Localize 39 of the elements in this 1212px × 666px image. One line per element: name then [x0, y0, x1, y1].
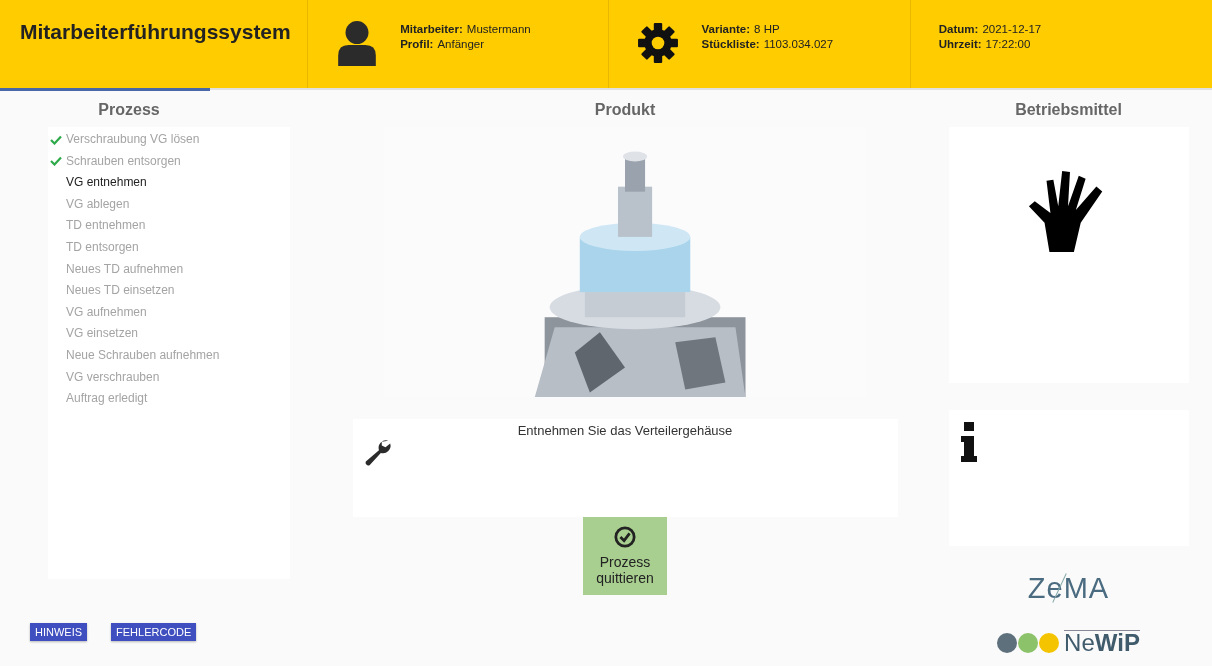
field-label: Variante: [701, 22, 751, 37]
process-step: TD entnehmen [66, 215, 146, 237]
process-step: Verschraubung VG lösen [66, 129, 200, 151]
process-step: Neue Schrauben aufnehmen [66, 344, 220, 367]
process-step: VG aufnehmen [66, 301, 147, 324]
confirm-button[interactable]: Prozess quittieren [583, 517, 667, 595]
betriebsmittel-tab[interactable]: Betriebsmittel [1015, 90, 1122, 127]
process-step: TD entsorgen [66, 236, 139, 259]
process-step: VG ablegen [66, 193, 130, 216]
produkt-tab[interactable]: Produkt [594, 90, 656, 127]
field-label: Mitarbeiter: [400, 22, 463, 37]
info-icon [958, 422, 979, 462]
field-value: Mustermann [466, 22, 531, 37]
footer-button[interactable]: FEHLERCODE [111, 623, 197, 641]
zema-logo: ZeMA [1026, 571, 1111, 606]
prozess-tab[interactable]: Prozess [0, 88, 210, 127]
check-circle-icon [614, 526, 636, 548]
field-label: Profil: [400, 37, 434, 52]
process-step: Schrauben entsorgen [66, 150, 181, 173]
field-label: Stückliste: [701, 37, 760, 52]
process-step: Auftrag erledigt [66, 388, 148, 410]
process-step: VG verschrauben [66, 366, 160, 389]
field-value: Anfänger [437, 37, 485, 52]
gear-icon [637, 20, 680, 66]
newip-logo: NeWiP [997, 630, 1140, 655]
process-step: Neues TD aufnehmen [66, 258, 184, 281]
instruction-text: Entnehmen Sie das Verteilergehäuse [517, 423, 733, 440]
process-step: VG einsetzen [66, 323, 139, 345]
field-value: 1103.034.027 [763, 37, 834, 52]
field-value: 17:22:00 [985, 37, 1031, 52]
footer-button[interactable]: HINWEIS [30, 623, 88, 641]
process-step: Neues TD einsetzen [66, 280, 175, 302]
field-label: Datum: [938, 22, 979, 37]
field-label: Uhrzeit: [938, 37, 982, 52]
field-value: 8 HP [754, 22, 780, 37]
user-icon [336, 20, 379, 66]
app-title: Mitarbeiterführungssystem [20, 20, 291, 44]
process-step: VG entnehmen [66, 172, 147, 194]
field-value: 2021-12-17 [982, 22, 1042, 37]
